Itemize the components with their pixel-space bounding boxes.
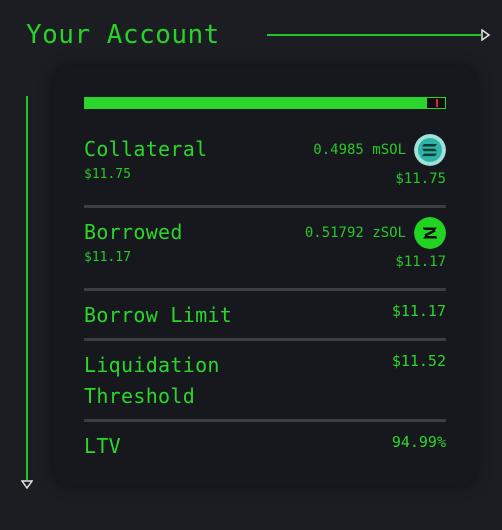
borrowed-amount-usd: $11.17 [395,254,446,270]
ltv-label: LTV [84,434,122,458]
borrowed-label: Borrowed [84,220,183,244]
divider [84,288,446,291]
zsol-token-icon [414,217,446,249]
ltv-progress-bar [84,97,446,109]
page-title: Your Account [26,20,220,50]
divider [84,419,446,422]
account-card: Collateral $11.75 0.4985 mSOL $11.75 Bor… [53,66,477,486]
borrowed-usd: $11.17 [84,250,131,265]
side-rule [26,96,28,480]
arrow-right-icon [481,29,491,41]
borrowed-amount: 0.51792 zSOL [304,225,406,241]
arrow-down-icon [21,480,33,490]
collateral-label: Collateral [84,137,208,161]
divider [84,338,446,341]
collateral-usd: $11.75 [84,167,131,182]
collateral-amount-usd: $11.75 [395,171,446,187]
borrow-limit-label: Borrow Limit [84,303,233,327]
borrow-limit-value: $11.17 [391,302,446,320]
msol-token-icon [414,134,446,166]
header-rule [267,34,481,36]
liquidation-label-line1: Liquidation [84,353,220,377]
liquidation-marker [435,99,438,107]
liquidation-label-line2: Threshold [84,384,196,408]
ltv-progress-fill [85,98,427,108]
ltv-value: 94.99% [391,433,446,451]
liquidation-value: $11.52 [391,352,446,370]
collateral-amount: 0.4985 mSOL [313,142,406,158]
divider [84,205,446,208]
